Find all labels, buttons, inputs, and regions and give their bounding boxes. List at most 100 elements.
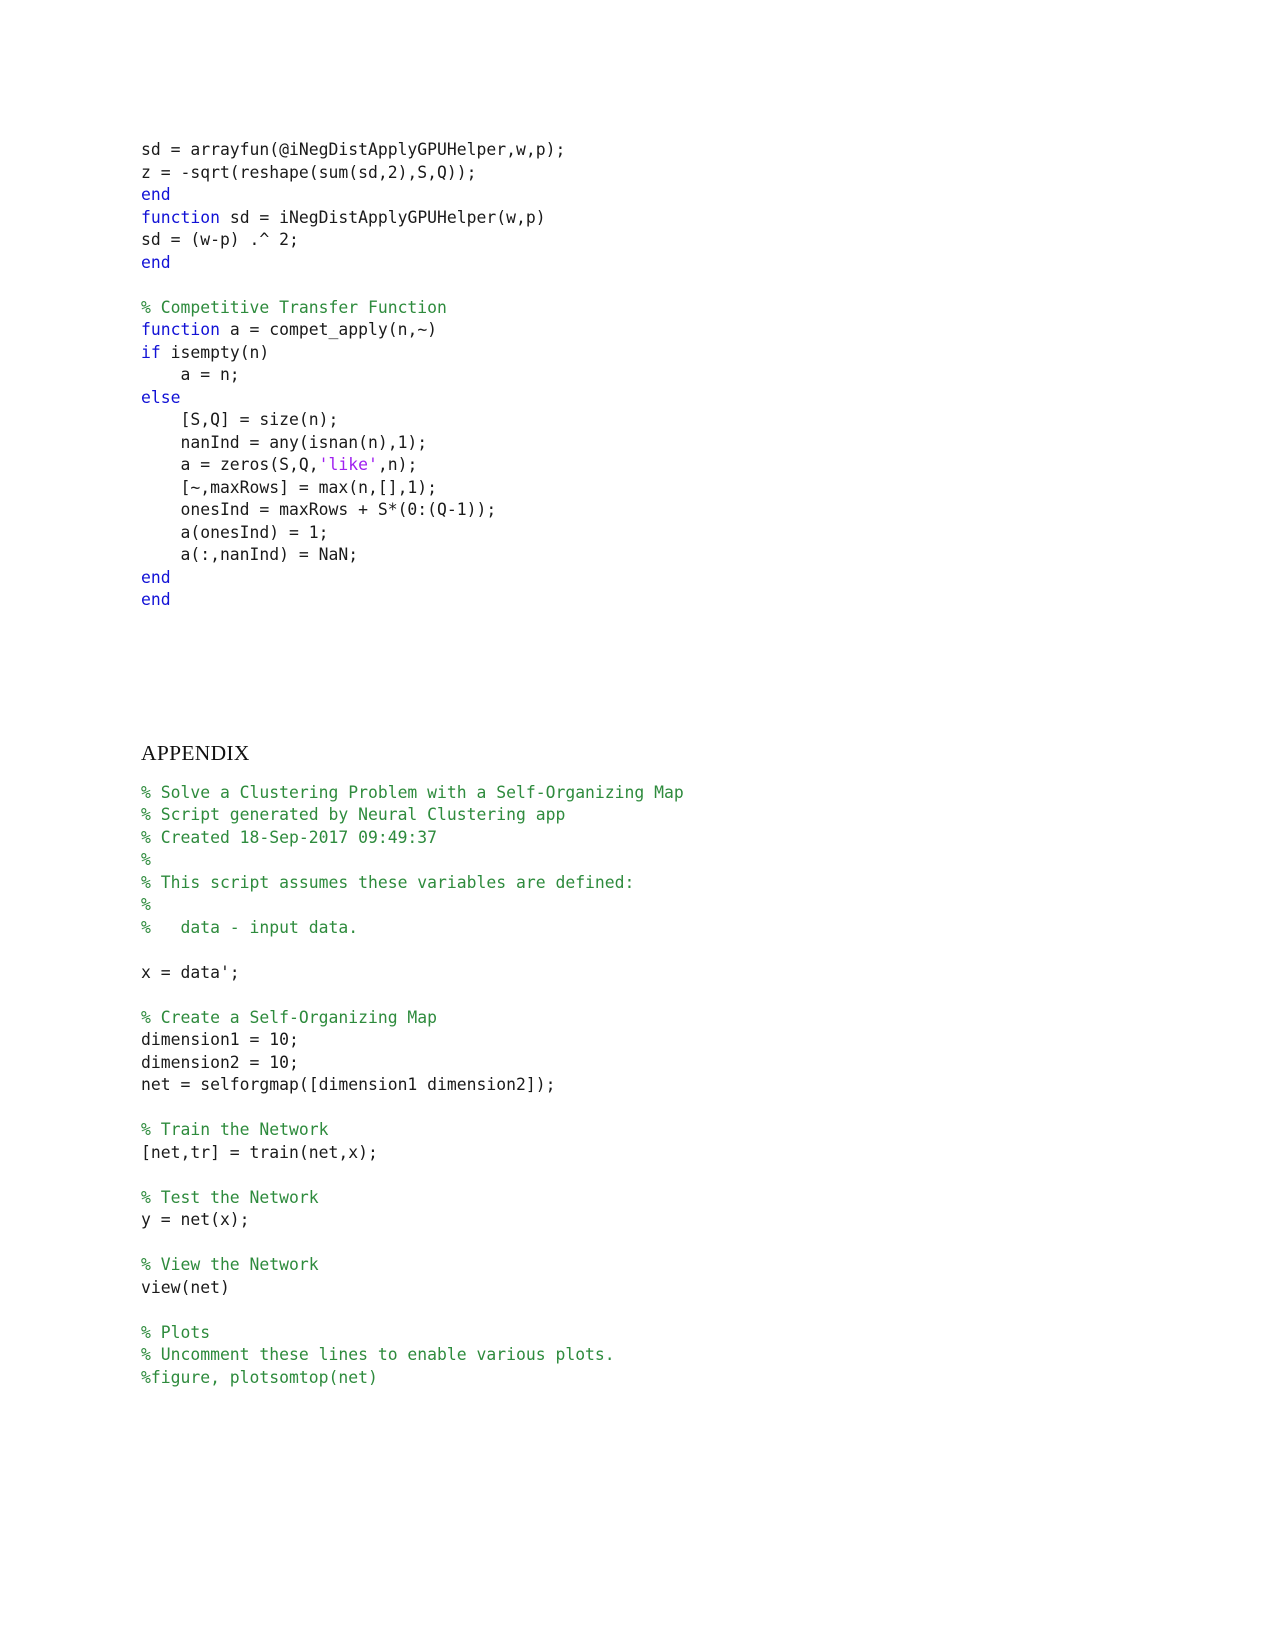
code-token-plain: a(:,nanInd) = NaN; xyxy=(141,545,359,564)
code-token-cmt: % View the Network xyxy=(141,1255,319,1274)
code-line: [~,maxRows] = max(n,[],1); xyxy=(141,477,1141,500)
code-line: end xyxy=(141,252,1141,275)
code-token-cmt: % Create a Self-Organizing Map xyxy=(141,1007,438,1027)
code-token-plain: a = zeros(S,Q, xyxy=(141,455,319,474)
code-token-plain: dimension2 = 10; xyxy=(141,1052,299,1072)
heading-spacer xyxy=(141,766,1141,782)
code-token-cmt: % data - input data. xyxy=(141,917,359,937)
code-line: % This script assumes these variables ar… xyxy=(141,872,1141,895)
code-line: [net,tr] = train(net,x); xyxy=(141,1142,1141,1165)
code-token-plain: nanInd = any(isnan(n),1); xyxy=(141,432,428,452)
code-token-kw: else xyxy=(141,387,181,407)
code-line: % xyxy=(141,894,1141,917)
code-token-plain: y = net(x); xyxy=(141,1210,250,1229)
code-token-kw: function xyxy=(141,207,220,227)
code-token-cmt: % Script generated by Neural Clustering … xyxy=(141,805,566,824)
code-line: % xyxy=(141,849,1141,872)
matlab-code-block-appendix: % Solve a Clustering Problem with a Self… xyxy=(141,782,1141,1390)
code-line: onesInd = maxRows + S*(0:(Q-1)); xyxy=(141,499,1141,522)
code-line: % Solve a Clustering Problem with a Self… xyxy=(141,782,1141,805)
code-token-plain: a = n; xyxy=(141,365,240,384)
code-token-plain: dimension1 = 10; xyxy=(141,1030,299,1049)
code-token-plain: a(onesInd) = 1; xyxy=(141,522,329,542)
code-token-cmt: % xyxy=(141,895,151,914)
code-line: a = zeros(S,Q,'like',n); xyxy=(141,454,1141,477)
code-line: a = n; xyxy=(141,364,1141,387)
code-token-cmt: %figure, plotsomtop(net) xyxy=(141,1367,378,1387)
code-token-cmt: % Competitive Transfer Function xyxy=(141,297,447,317)
code-token-cmt: % Train the Network xyxy=(141,1120,329,1139)
code-token-plain: isempty(n) xyxy=(160,342,270,362)
code-line: dimension2 = 10; xyxy=(141,1052,1141,1075)
code-line: a(onesInd) = 1; xyxy=(141,522,1141,545)
code-line: sd = (w-p) .^ 2; xyxy=(141,229,1141,252)
code-token-kw: end xyxy=(141,567,171,587)
code-line: z = -sqrt(reshape(sum(sd,2),S,Q)); xyxy=(141,162,1141,185)
code-line: a(:,nanInd) = NaN; xyxy=(141,544,1141,567)
code-line: [S,Q] = size(n); xyxy=(141,409,1141,432)
code-line: % View the Network xyxy=(141,1254,1141,1277)
code-line: % Test the Network xyxy=(141,1187,1141,1210)
code-token-kw: function xyxy=(141,320,220,339)
code-line: % Train the Network xyxy=(141,1119,1141,1142)
code-token-plain: sd = arrayfun(@iNegDistApplyGPUHelper,w,… xyxy=(141,140,566,159)
code-token-str: 'like' xyxy=(318,455,378,474)
code-line: dimension1 = 10; xyxy=(141,1029,1141,1052)
document-page: sd = arrayfun(@iNegDistApplyGPUHelper,w,… xyxy=(0,0,1275,1651)
code-line: if isempty(n) xyxy=(141,342,1141,365)
code-token-plain: [~,maxRows] = max(n,[],1); xyxy=(141,477,438,497)
code-line: % Plots xyxy=(141,1322,1141,1345)
code-token-plain: sd = (w-p) .^ 2; xyxy=(141,230,299,249)
code-line: % Create a Self-Organizing Map xyxy=(141,1007,1141,1030)
code-token-cmt: % Solve a Clustering Problem with a Self… xyxy=(141,782,684,802)
code-line: sd = arrayfun(@iNegDistApplyGPUHelper,w,… xyxy=(141,139,1141,162)
code-token-plain: [net,tr] = train(net,x); xyxy=(141,1142,378,1162)
code-line: end xyxy=(141,184,1141,207)
code-token-cmt: % Plots xyxy=(141,1322,211,1342)
code-line: % data - input data. xyxy=(141,917,1141,940)
code-line: function a = compet_apply(n,~) xyxy=(141,319,1141,342)
code-token-cmt: % Created 18-Sep-2017 09:49:37 xyxy=(141,827,438,847)
code-token-kw: if xyxy=(141,342,161,362)
code-line: end xyxy=(141,567,1141,590)
code-token-plain: a = compet_apply(n,~) xyxy=(219,320,438,339)
code-token-plain: view(net) xyxy=(141,1277,230,1297)
page-content: sd = arrayfun(@iNegDistApplyGPUHelper,w,… xyxy=(141,139,1141,1389)
code-line: y = net(x); xyxy=(141,1209,1141,1232)
code-token-plain: [S,Q] = size(n); xyxy=(141,410,339,429)
appendix-heading: APPENDIX xyxy=(141,740,250,765)
code-line: view(net) xyxy=(141,1277,1141,1300)
code-line: nanInd = any(isnan(n),1); xyxy=(141,432,1141,455)
code-token-plain: z = -sqrt(reshape(sum(sd,2),S,Q)); xyxy=(141,162,477,182)
code-line: x = data'; xyxy=(141,962,1141,985)
code-token-kw: end xyxy=(141,185,171,204)
matlab-code-block-top: sd = arrayfun(@iNegDistApplyGPUHelper,w,… xyxy=(141,139,1141,612)
code-token-kw: end xyxy=(141,590,171,609)
code-token-plain: sd = iNegDistApplyGPUHelper(w,p) xyxy=(219,207,546,227)
code-token-kw: end xyxy=(141,252,171,272)
code-line: %figure, plotsomtop(net) xyxy=(141,1367,1141,1390)
code-line: % Script generated by Neural Clustering … xyxy=(141,804,1141,827)
code-token-cmt: % Test the Network xyxy=(141,1187,319,1207)
code-line: % Competitive Transfer Function xyxy=(141,297,1141,320)
code-line: end xyxy=(141,589,1141,612)
code-line: else xyxy=(141,387,1141,410)
code-token-plain: net = selforgmap([dimension1 dimension2]… xyxy=(141,1075,556,1094)
code-line: function sd = iNegDistApplyGPUHelper(w,p… xyxy=(141,207,1141,230)
code-token-cmt: % Uncomment these lines to enable variou… xyxy=(141,1345,615,1364)
code-token-plain: ,n); xyxy=(377,455,418,474)
code-token-cmt: % xyxy=(141,850,151,869)
code-token-cmt: % This script assumes these variables ar… xyxy=(141,872,635,892)
code-line: net = selforgmap([dimension1 dimension2]… xyxy=(141,1074,1141,1097)
code-token-plain: onesInd = maxRows + S*(0:(Q-1)); xyxy=(141,500,497,519)
code-line: % Uncomment these lines to enable variou… xyxy=(141,1344,1141,1367)
code-line: % Created 18-Sep-2017 09:49:37 xyxy=(141,827,1141,850)
